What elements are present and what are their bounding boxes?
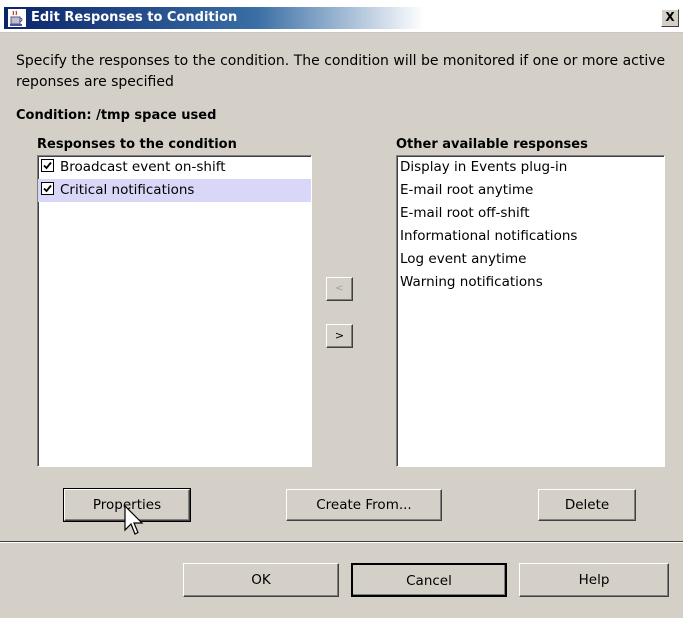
response-item[interactable]: Broadcast event on-shift bbox=[38, 156, 311, 179]
available-response-label: E-mail root off-shift bbox=[400, 205, 530, 221]
response-checkbox[interactable] bbox=[41, 182, 54, 195]
available-response-label: E-mail root anytime bbox=[400, 182, 534, 198]
mouse-pointer-icon bbox=[124, 505, 144, 535]
available-response-label: Warning notifications bbox=[400, 274, 543, 290]
window-bottom-border bbox=[0, 614, 683, 618]
ok-button[interactable]: OK bbox=[183, 563, 339, 597]
ok-button-label: OK bbox=[251, 572, 271, 588]
cancel-button-label: Cancel bbox=[406, 573, 452, 589]
close-button[interactable]: X bbox=[661, 9, 679, 27]
footer-separator-highlight bbox=[0, 542, 683, 543]
response-checkbox[interactable] bbox=[41, 159, 54, 172]
help-button-label: Help bbox=[578, 572, 610, 588]
condition-label: Condition: /tmp space used bbox=[16, 108, 217, 123]
available-responses-list[interactable]: Display in Events plug-in E-mail root any… bbox=[396, 155, 665, 467]
delete-button-label: Delete bbox=[564, 497, 610, 513]
description-text: Specify the responses to the condition. … bbox=[16, 53, 666, 90]
response-item[interactable]: Critical notifications bbox=[38, 179, 311, 202]
responses-header: Responses to the condition bbox=[37, 137, 237, 152]
window-title: Edit Responses to Condition bbox=[31, 10, 238, 25]
available-response-item[interactable]: Warning notifications bbox=[397, 271, 664, 294]
delete-button[interactable]: Delete bbox=[538, 489, 636, 521]
title-bar-active: Edit Responses to Condition bbox=[4, 7, 424, 29]
move-right-button[interactable]: > bbox=[326, 324, 353, 348]
dialog-window: Edit Responses to Condition X Specify th… bbox=[0, 0, 683, 618]
java-cup-icon bbox=[8, 9, 26, 27]
create-from-button[interactable]: Create From... bbox=[286, 489, 442, 521]
response-item-label: Broadcast event on-shift bbox=[60, 159, 226, 175]
available-responses-header: Other available responses bbox=[396, 137, 588, 152]
responses-list[interactable]: Broadcast event on-shift Critical notific… bbox=[37, 155, 312, 467]
available-response-item[interactable]: Informational notifications bbox=[397, 225, 664, 248]
available-response-item[interactable]: Log event anytime bbox=[397, 248, 664, 271]
available-response-label: Informational notifications bbox=[400, 228, 578, 244]
move-left-button[interactable]: < bbox=[326, 277, 353, 301]
create-from-button-label: Create From... bbox=[316, 497, 412, 513]
available-response-item[interactable]: E-mail root anytime bbox=[397, 179, 664, 202]
available-response-label: Display in Events plug-in bbox=[400, 159, 568, 175]
available-response-label: Log event anytime bbox=[400, 251, 527, 267]
available-response-item[interactable]: Display in Events plug-in bbox=[397, 156, 664, 179]
available-response-item[interactable]: E-mail root off-shift bbox=[397, 202, 664, 225]
cancel-button[interactable]: Cancel bbox=[351, 563, 507, 597]
help-button[interactable]: Help bbox=[519, 563, 669, 597]
response-item-label: Critical notifications bbox=[60, 182, 195, 198]
title-bar[interactable]: Edit Responses to Condition X bbox=[0, 0, 683, 33]
